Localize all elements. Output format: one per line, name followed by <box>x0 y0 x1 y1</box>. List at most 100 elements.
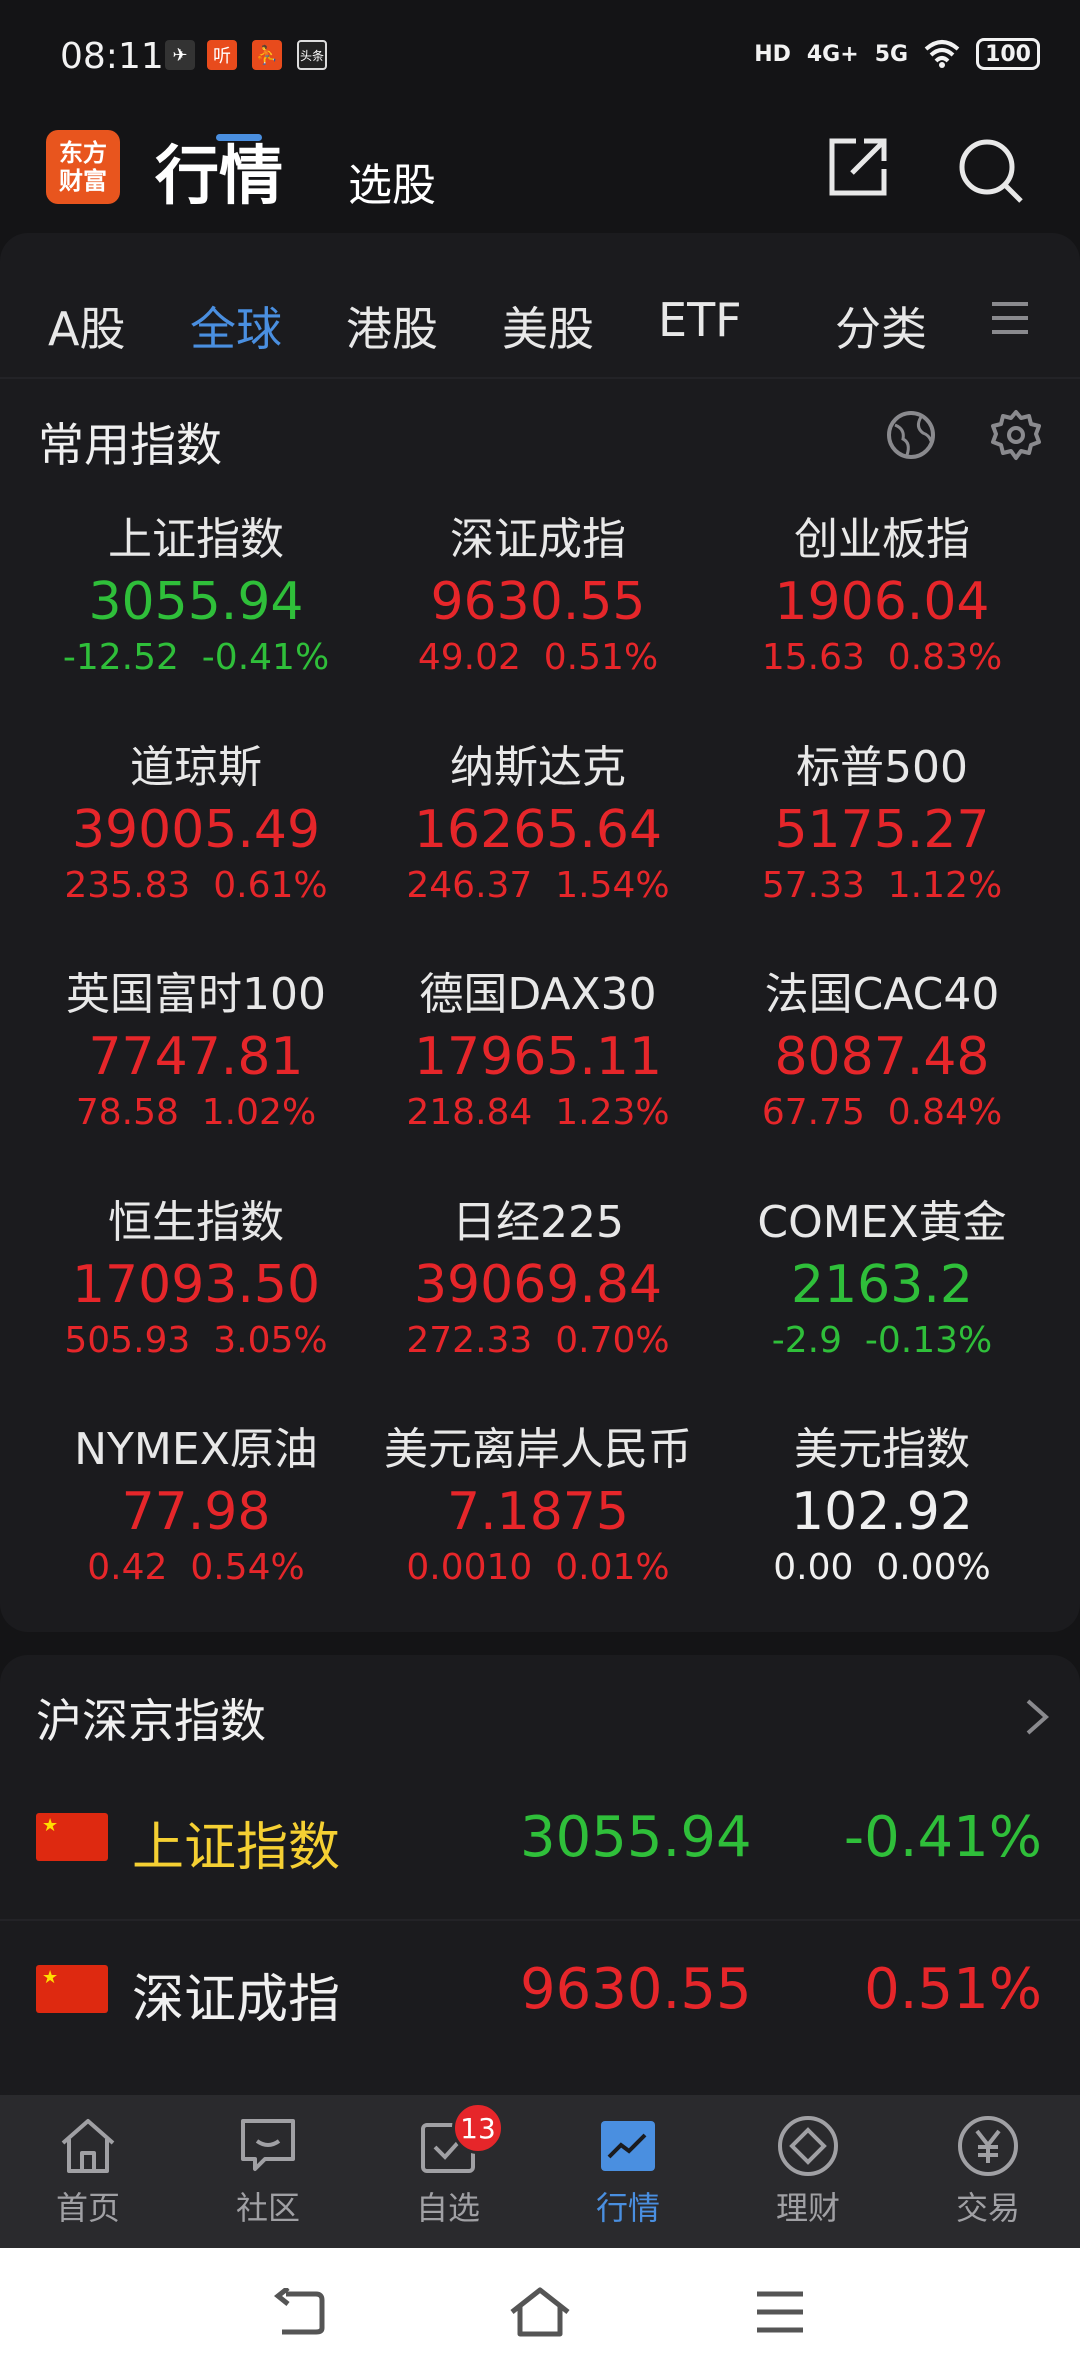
home-nav-icon[interactable] <box>508 2286 572 2338</box>
china-flag-icon: ★ <box>36 1813 108 1861</box>
hs-row-sz[interactable]: ★ 深证成指 9630.55 0.51% <box>0 1917 1080 2065</box>
tab-global[interactable]: 全球 <box>190 293 282 359</box>
index-value: 1906.04 <box>774 572 990 632</box>
index-name: NYMEX原油 <box>74 1424 318 1475</box>
status-time: 08:11 <box>60 36 164 77</box>
trade-icon <box>958 2116 1018 2176</box>
app-logo: 东方财富 <box>46 130 120 204</box>
index-pct: 0.51% <box>543 637 659 678</box>
index-change-row: 218.84 1.23% <box>368 1088 708 1138</box>
tab-us-shares[interactable]: 美股 <box>502 293 594 359</box>
index-value: 17965.11 <box>413 1027 663 1087</box>
hs-index-value: 9630.55 <box>520 1957 752 2022</box>
index-change: 272.33 <box>406 1320 533 1361</box>
index-value: 17093.50 <box>71 1255 321 1315</box>
nav-wealth[interactable]: 理财 <box>748 2113 868 2229</box>
index-name: 美元指数 <box>794 1424 970 1475</box>
index-change-row: 505.93 3.05% <box>26 1316 366 1366</box>
index-card[interactable]: 上证指数 3055.94 -12.52 -0.41% <box>26 509 366 683</box>
section-title: 常用指数 <box>38 418 222 472</box>
index-change: 15.63 <box>761 637 865 678</box>
index-card[interactable]: NYMEX原油 77.98 0.42 0.54% <box>26 1419 366 1593</box>
index-card[interactable]: 标普500 5175.27 57.33 1.12% <box>712 737 1052 911</box>
index-change: -2.9 <box>771 1320 842 1361</box>
index-card[interactable]: 深证成指 9630.55 49.02 0.51% <box>368 509 708 683</box>
index-name: 美元离岸人民币 <box>384 1424 692 1475</box>
nav-trade[interactable]: 交易 <box>928 2113 1048 2229</box>
globe-icon[interactable] <box>885 409 937 461</box>
index-change: 246.37 <box>406 865 533 906</box>
tab-a-shares[interactable]: A股 <box>48 293 125 359</box>
nav-community[interactable]: 社区 <box>208 2113 328 2229</box>
watchlist-badge: 13 <box>452 2102 504 2154</box>
index-card[interactable]: 日经225 39069.84 272.33 0.70% <box>368 1192 708 1366</box>
index-pct: 0.83% <box>887 637 1003 678</box>
index-card[interactable]: COMEX黄金 2163.2 -2.9 -0.13% <box>712 1192 1052 1366</box>
common-indices-section: 常用指数 上证指数 3055.94 -12.52 -0.41% 深证成指 9630.55… <box>0 379 1080 1632</box>
app-icon-listen: 听 <box>207 40 237 70</box>
index-card[interactable]: 创业板指 1906.04 15.63 0.83% <box>712 509 1052 683</box>
hs-row-sh[interactable]: ★ 上证指数 3055.94 -0.41% <box>0 1765 1080 1913</box>
tab-etf[interactable]: ETF <box>658 293 742 347</box>
index-change-row: -2.9 -0.13% <box>712 1316 1052 1366</box>
search-icon[interactable] <box>955 135 1025 205</box>
index-pct: 0.70% <box>555 1320 670 1361</box>
index-change: -12.52 <box>62 637 179 678</box>
index-card[interactable]: 道琼斯 39005.49 235.83 0.61% <box>26 737 366 911</box>
index-change-row: 235.83 0.61% <box>26 861 366 911</box>
back-icon[interactable] <box>272 2288 326 2336</box>
index-change: 505.93 <box>64 1320 191 1361</box>
divider <box>0 1919 1080 1921</box>
tab-hk-shares[interactable]: 港股 <box>346 293 438 359</box>
index-change-row: 67.75 0.84% <box>712 1088 1052 1138</box>
index-name: 德国DAX30 <box>419 969 657 1020</box>
menu-icon[interactable] <box>990 298 1030 338</box>
active-tab-indicator <box>216 134 262 141</box>
hd-label: HD <box>754 41 791 67</box>
index-value: 7.1875 <box>447 1482 629 1542</box>
nav-label: 社区 <box>235 2189 300 2227</box>
index-card[interactable]: 英国富时100 7747.81 78.58 1.02% <box>26 964 366 1138</box>
index-pct: -0.41% <box>201 637 330 678</box>
index-name: 标普500 <box>796 742 968 793</box>
index-change: 0.42 <box>87 1547 168 1588</box>
index-card[interactable]: 德国DAX30 17965.11 218.84 1.23% <box>368 964 708 1138</box>
battery-indicator: 100 <box>976 38 1040 70</box>
index-card[interactable]: 美元离岸人民币 7.1875 0.0010 0.01% <box>368 1419 708 1593</box>
index-change: 0.0010 <box>406 1547 533 1588</box>
index-value: 16265.64 <box>413 800 663 860</box>
index-card[interactable]: 纳斯达克 16265.64 246.37 1.54% <box>368 737 708 911</box>
index-value: 2163.2 <box>791 1255 973 1315</box>
home-icon <box>61 2119 115 2173</box>
nav-market[interactable]: 行情 <box>568 2113 688 2229</box>
settings-icon[interactable] <box>990 409 1042 461</box>
index-change-row: -12.52 -0.41% <box>26 633 366 683</box>
stock-pick-link[interactable]: 选股 <box>348 149 436 213</box>
index-value: 3055.94 <box>88 572 304 632</box>
index-card[interactable]: 美元指数 102.92 0.00 0.00% <box>712 1419 1052 1593</box>
index-pct: 1.12% <box>887 865 1003 906</box>
share-icon[interactable] <box>826 135 890 199</box>
index-value: 5175.27 <box>774 800 990 860</box>
tab-category[interactable]: 分类 <box>835 293 927 359</box>
index-card[interactable]: 恒生指数 17093.50 505.93 3.05% <box>26 1192 366 1366</box>
recents-icon[interactable] <box>755 2290 805 2334</box>
index-change: 49.02 <box>417 637 521 678</box>
index-change-row: 246.37 1.54% <box>368 861 708 911</box>
nav-home[interactable]: 首页 <box>28 2113 148 2229</box>
index-name: 法国CAC40 <box>764 969 1000 1020</box>
index-change-row: 0.0010 0.01% <box>368 1543 708 1593</box>
index-pct: 1.02% <box>201 1092 317 1133</box>
index-card[interactable]: 法国CAC40 8087.48 67.75 0.84% <box>712 964 1052 1138</box>
app-icon-sports: ⛹ <box>252 40 282 70</box>
index-pct: 0.61% <box>213 865 328 906</box>
chevron-right-icon[interactable] <box>1022 1697 1052 1737</box>
hs-index-pct: -0.41% <box>843 1805 1042 1870</box>
index-pct: 0.84% <box>887 1092 1003 1133</box>
index-pct: 0.00% <box>876 1547 991 1588</box>
